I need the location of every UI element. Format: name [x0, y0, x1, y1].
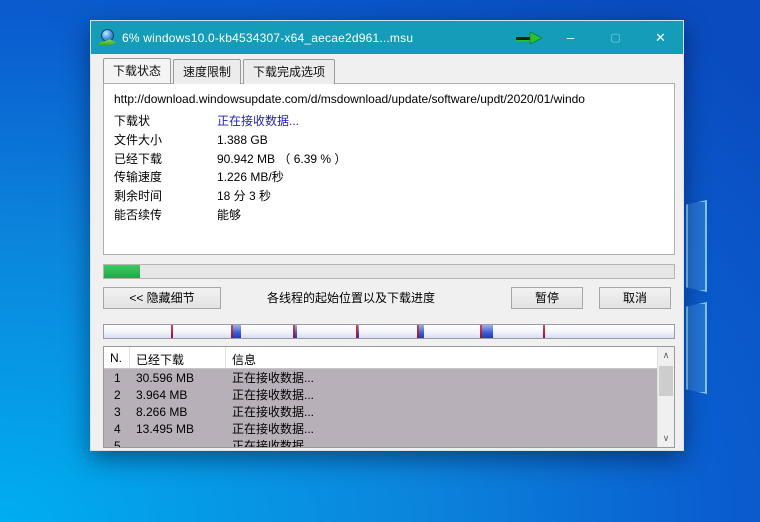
toolbar: << 隐藏细节 各线程的起始位置以及下载进度 暂停 取消 — [103, 287, 675, 309]
field-label-time-left: 剩余时间 — [114, 190, 217, 204]
table-scrollbar[interactable]: ∧ ∨ — [657, 347, 674, 447]
field-value-time-left: 18 分 3 秒 — [217, 190, 271, 204]
field-label-resume-capability: 能否续传 — [114, 209, 217, 223]
table-row[interactable]: 5 正在接收数据... — [104, 437, 657, 447]
download-url: http://download.windowsupdate.com/d/msdo… — [114, 92, 666, 106]
tab-download-status[interactable]: 下载状态 — [103, 58, 171, 83]
cell-thread-number: 1 — [104, 371, 130, 385]
wallpaper-logo-pane — [686, 200, 707, 292]
titlebar[interactable]: 6% windows10.0-kb4534307-x64_aecae2d961.… — [91, 21, 683, 54]
field-label-transfer-rate: 传输速度 — [114, 171, 217, 185]
cell-info: 正在接收数据... — [226, 386, 657, 403]
cancel-button[interactable]: 取消 — [599, 287, 671, 309]
thread-start-tick — [480, 325, 482, 339]
thread-progress-bar — [103, 324, 675, 340]
overall-progress-bar — [103, 264, 675, 279]
scrollbar-down-icon[interactable]: ∨ — [658, 430, 674, 447]
download-progress-window: 6% windows10.0-kb4534307-x64_aecae2d961.… — [90, 20, 684, 451]
tab-on-complete-options[interactable]: 下载完成选项 — [243, 59, 335, 84]
thread-start-tick — [543, 325, 545, 339]
cell-info: 正在接收数据... — [226, 403, 657, 420]
field-value-resume-capability: 能够 — [217, 209, 241, 223]
idm-app-icon — [99, 29, 116, 46]
download-status-panel: http://download.windowsupdate.com/d/msdo… — [103, 83, 675, 255]
scrollbar-thumb[interactable] — [659, 366, 673, 396]
column-header-downloaded[interactable]: 已经下载 — [130, 347, 226, 368]
cell-downloaded: 30.596 MB — [130, 371, 226, 385]
field-value-downloaded: 90.942 MB （ 6.39 % ） — [217, 153, 346, 167]
cell-thread-number: 3 — [104, 405, 130, 419]
thread-start-tick — [231, 325, 233, 339]
cell-thread-number: 4 — [104, 422, 130, 436]
desktop: { "window": { "title": "6% windows10.0-k… — [0, 0, 760, 522]
cell-thread-number: 2 — [104, 388, 130, 402]
field-value-transfer-rate: 1.226 MB/秒 — [217, 171, 284, 185]
tab-speed-limit[interactable]: 速度限制 — [173, 59, 241, 84]
field-value-status: 正在接收数据... — [217, 115, 299, 129]
field-label-downloaded: 已经下载 — [114, 153, 217, 167]
column-header-info[interactable]: 信息 — [226, 347, 657, 368]
maximize-button[interactable]: ▢ — [593, 21, 638, 54]
hide-details-button[interactable]: << 隐藏细节 — [103, 287, 221, 309]
table-row[interactable]: 1 30.596 MB 正在接收数据... — [104, 369, 657, 386]
field-value-file-size: 1.388 GB — [217, 134, 268, 148]
table-row[interactable]: 3 8.266 MB 正在接收数据... — [104, 403, 657, 420]
cell-info: 正在接收数据... — [226, 420, 657, 437]
green-arrow-icon — [516, 32, 542, 44]
thread-start-tick — [356, 325, 358, 339]
thread-start-tick — [171, 325, 173, 339]
threads-table: N. 已经下载 信息 1 30.596 MB 正在接收数据... 2 3.964… — [103, 346, 675, 448]
table-row[interactable]: 4 13.495 MB 正在接收数据... — [104, 420, 657, 437]
scrollbar-track[interactable] — [658, 364, 674, 430]
field-label-status: 下载状 — [114, 115, 217, 129]
field-label-file-size: 文件大小 — [114, 134, 217, 148]
scrollbar-up-icon[interactable]: ∧ — [658, 347, 674, 364]
cell-info: 正在接收数据... — [226, 437, 657, 447]
table-row[interactable]: 2 3.964 MB 正在接收数据... — [104, 386, 657, 403]
cell-downloaded: 13.495 MB — [130, 422, 226, 436]
window-title: 6% windows10.0-kb4534307-x64_aecae2d961.… — [122, 31, 413, 45]
close-button[interactable]: ✕ — [638, 21, 683, 54]
table-header: N. 已经下载 信息 — [104, 347, 657, 369]
thread-start-tick — [293, 325, 295, 339]
cell-downloaded: 8.266 MB — [130, 405, 226, 419]
overall-progress-fill — [104, 265, 140, 278]
column-header-n[interactable]: N. — [104, 347, 130, 368]
tab-bar: 下载状态 速度限制 下载完成选项 — [103, 58, 683, 83]
wallpaper-logo-pane — [686, 302, 707, 394]
thread-start-tick — [417, 325, 419, 339]
cell-downloaded: 3.964 MB — [130, 388, 226, 402]
threads-caption: 各线程的起始位置以及下载进度 — [221, 289, 511, 306]
table-body: 1 30.596 MB 正在接收数据... 2 3.964 MB 正在接收数据.… — [104, 369, 657, 447]
minimize-button[interactable]: – — [548, 21, 593, 54]
cell-info: 正在接收数据... — [226, 369, 657, 386]
cell-thread-number: 5 — [104, 439, 130, 447]
pause-button[interactable]: 暂停 — [511, 287, 583, 309]
